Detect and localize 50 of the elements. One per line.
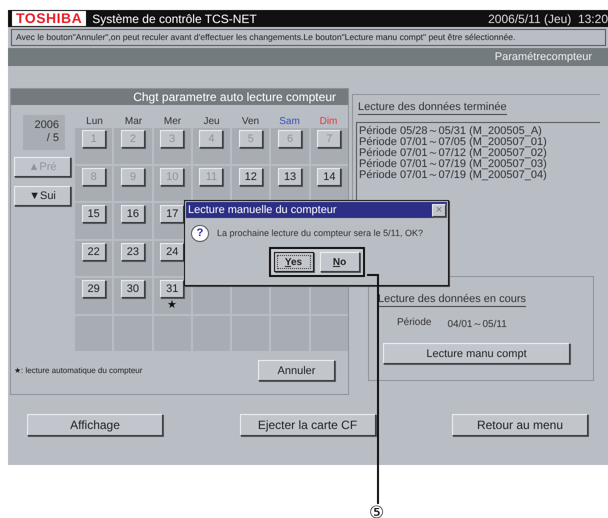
help-message: Avec le bouton"Annuler",on peut reculer avant d'effectuer les changements.Le bouton"Lecture manu compt" peut être sélectionnée.: [11, 29, 606, 46]
screen-title-bar: Paramétrecompteur: [8, 48, 608, 66]
legend-text: ★: lecture automatique du compteur: [14, 366, 142, 375]
back-to-menu-button[interactable]: Retour au menu: [452, 414, 588, 436]
weekday-label: Ven: [240, 115, 260, 128]
eject-card-button[interactable]: Ejecter la carte CF: [240, 414, 376, 436]
weekday-label: Mer: [162, 115, 182, 128]
day-button[interactable]: 30: [120, 280, 145, 298]
app-title: Système de contrôle TCS-NET: [92, 12, 258, 26]
weekday-label: Jeu: [202, 115, 221, 128]
callout-number: ⑤: [369, 504, 384, 518]
day-button[interactable]: 14: [317, 168, 342, 186]
weekday-label: Dim: [318, 115, 338, 128]
dialog-title: Lecture manuelle du compteur: [188, 203, 337, 218]
period-value: 04/01～05/11: [447, 318, 507, 331]
reading-list-item[interactable]: Période 07/01～07/12 (M_200507_02): [359, 148, 600, 159]
day-button[interactable]: 16: [120, 205, 145, 223]
section-heading: Lecture des données en cours: [378, 293, 526, 307]
period-label: Période: [397, 317, 432, 330]
year-month-display: 2006 / 5: [23, 115, 65, 150]
reading-list-item[interactable]: Période 07/01～07/19 (M_200507_03): [359, 159, 600, 170]
auto-reading-symbol-text: ★: [167, 299, 178, 312]
question-icon: ?: [191, 224, 209, 242]
weekday-label: Lun: [85, 115, 104, 128]
calendar-cell: [310, 316, 348, 351]
section-heading: Lecture des données terminée: [358, 101, 507, 115]
cancel-button[interactable]: Annuler: [258, 360, 335, 381]
day-button[interactable]: 12: [238, 168, 263, 186]
weekday-label: Sam: [278, 115, 301, 128]
dialog-message: La prochaine lecture du compteur sera le 5/11, OK?: [217, 228, 423, 238]
day-button[interactable]: 29: [82, 280, 106, 298]
day-button[interactable]: 31: [160, 280, 184, 298]
display-button[interactable]: Affichage: [27, 414, 163, 436]
day-button[interactable]: 23: [120, 242, 145, 260]
day-button[interactable]: 24: [160, 242, 184, 260]
logo: TOSHIBA: [12, 11, 86, 26]
day-button[interactable]: 15: [82, 205, 106, 223]
day-button[interactable]: 13: [278, 168, 302, 186]
day-button[interactable]: 22: [82, 242, 106, 260]
reading-list-item[interactable]: Période 07/01～07/19 (M_200507_04): [359, 170, 600, 181]
yes-button[interactable]: Yes: [274, 252, 314, 272]
next-month-button[interactable]: ▼Sui: [14, 186, 71, 206]
manual-reading-button[interactable]: Lecture manu compt: [383, 343, 570, 364]
reading-list-item[interactable]: Période 07/01～07/05 (M_200507_01): [359, 137, 600, 148]
reading-list-item[interactable]: Période 05/28～05/31 (M_200505_A): [359, 126, 600, 137]
weekday-label: Mar: [124, 115, 144, 128]
date-time: 2006/5/11 (Jeu) 13:20: [488, 12, 608, 26]
no-button[interactable]: No: [320, 252, 360, 272]
day-button[interactable]: 17: [160, 205, 184, 223]
panel-header: Chgt parametre auto lecture compteur: [11, 89, 348, 105]
